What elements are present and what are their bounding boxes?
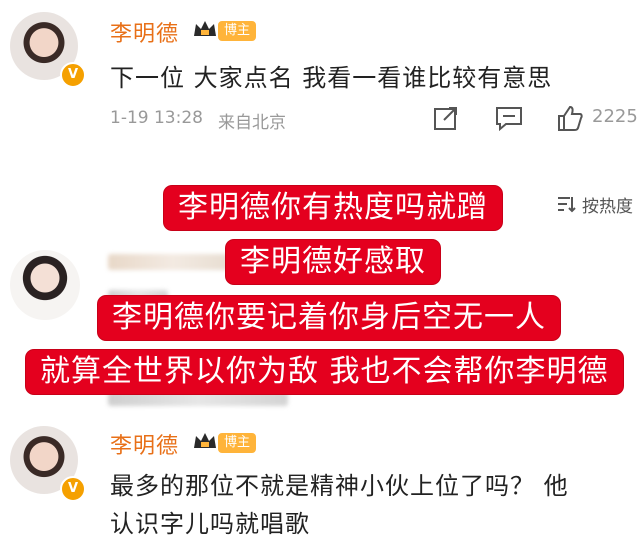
comment-text: 下一位 大家点名 我看一看谁比较有意思 [110,64,553,92]
sort-by-hot[interactable]: 按热度 [582,192,633,217]
username[interactable]: 李明德 [110,16,179,48]
overlay-caption-2: 李明德好感取 [226,240,440,284]
like-icon[interactable] [556,104,584,132]
comment-source: 来自北京 [218,113,286,133]
comment-icon[interactable] [494,104,524,132]
author-badge: 博主 [218,433,257,453]
username[interactable]: 李明德 [110,428,179,460]
overlay-caption-1: 李明德你有热度吗就蹭 [164,186,502,230]
overlay-caption-4: 就算全世界以你为敌 我也不会帮你李明德 [26,350,623,394]
avatar-middle[interactable] [10,250,80,320]
verified-icon: V [60,476,86,502]
blurred-reply-link [108,392,288,406]
comment-text-line2: 认识字儿吗就唱歌 [110,510,310,538]
avatar-image [10,250,80,320]
crown-icon [194,433,216,448]
blurred-username [108,254,238,270]
sort-icon[interactable] [556,194,576,214]
crown-icon [194,21,216,36]
like-count: 2225 [592,106,638,127]
verified-icon: V [60,62,86,88]
share-icon[interactable] [432,104,460,132]
author-badge: 博主 [218,21,257,41]
comment-text-line1: 最多的那位不就是精神小伙上位了吗？ 他 [110,472,569,500]
comment-time: 1-19 13:28 [110,108,203,128]
overlay-caption-3: 李明德你要记着你身后空无一人 [98,296,560,340]
